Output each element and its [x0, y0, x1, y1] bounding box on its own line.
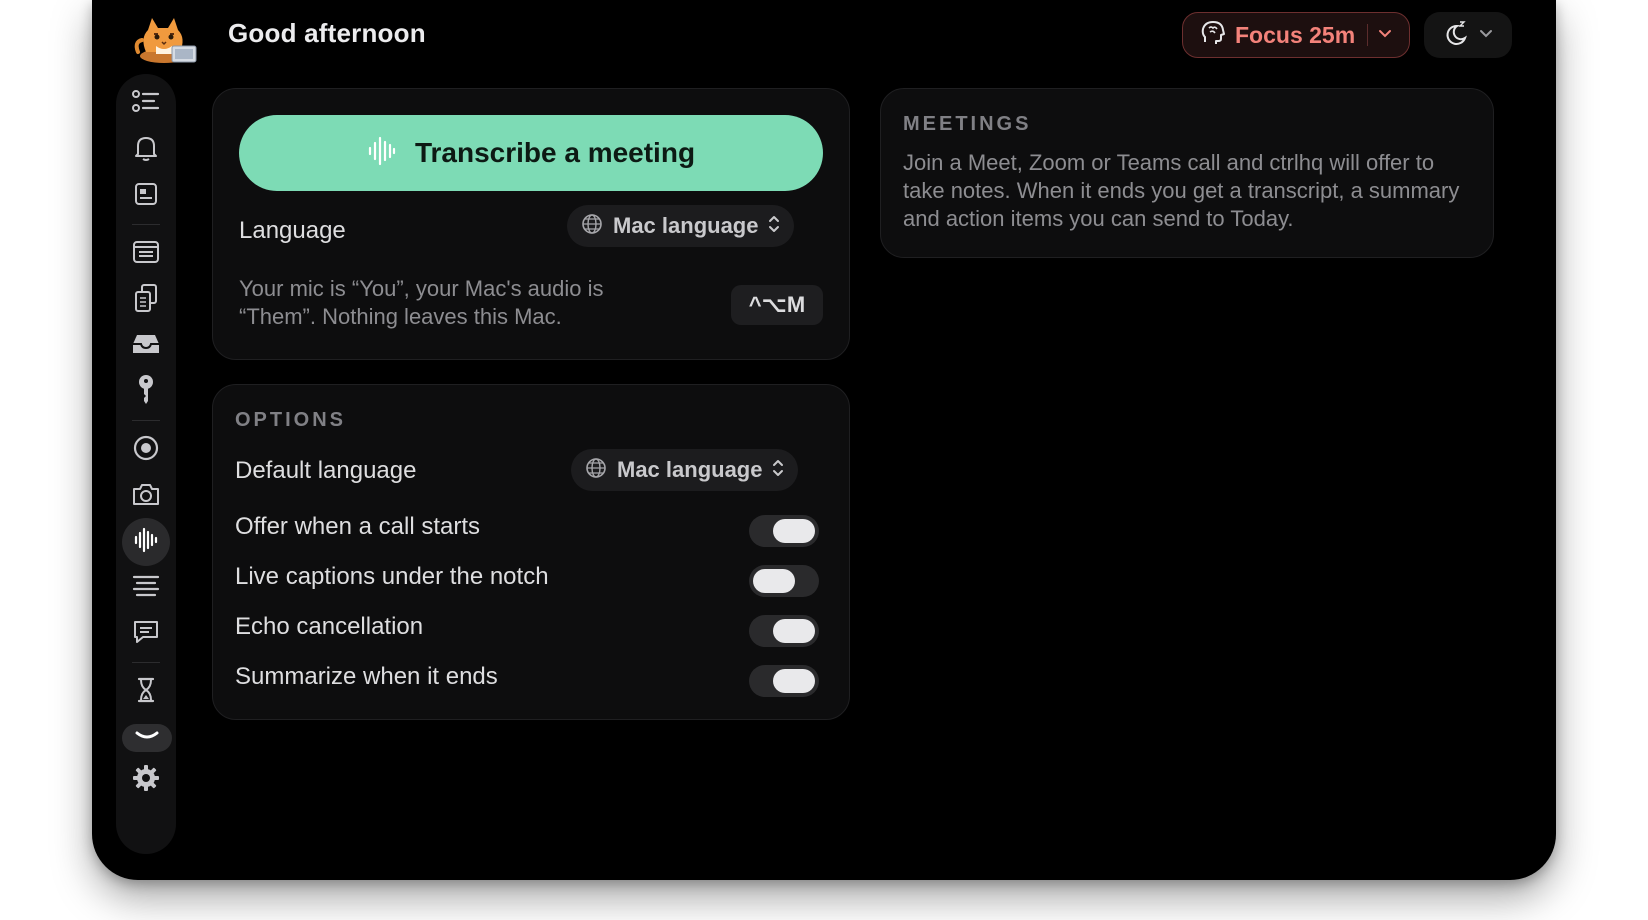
sidebar-item-reminders[interactable] — [116, 128, 176, 172]
transcribe-meeting-button[interactable]: Transcribe a meeting — [239, 115, 823, 191]
focus-label: Focus 25m — [1235, 21, 1356, 48]
toggle-label-offer-call: Offer when a call starts — [235, 513, 480, 540]
sidebar-item-notes[interactable] — [116, 174, 176, 218]
toggle-knob — [773, 669, 815, 693]
note-card-icon — [133, 181, 159, 212]
moon-zzz-icon — [1443, 20, 1469, 51]
toggle-offer-call[interactable] — [749, 515, 819, 547]
meetings-description: Join a Meet, Zoom or Teams call and ctrl… — [903, 150, 1460, 231]
app-window: Good afternoon Focus 25m Transcribe a me… — [92, 0, 1556, 880]
transcribe-button-label: Transcribe a meeting — [414, 137, 696, 168]
options-card: OPTIONS Default language Mac language Of… — [212, 384, 850, 720]
mic-privacy-note: Your mic is “You”, your Mac's audio is “… — [239, 276, 604, 329]
meetings-info-card: MEETINGS Join a Meet, Zoom or Teams call… — [880, 88, 1494, 258]
sidebar-divider — [132, 224, 160, 225]
keyboard-shortcut-badge: ^⌥M — [731, 285, 823, 325]
sidebar-item-clipboard[interactable] — [116, 278, 176, 322]
sidebar-item-notch[interactable] — [122, 724, 172, 752]
default-language-value: Mac language — [617, 457, 763, 482]
default-language-label: Default language — [235, 457, 417, 484]
text-align-icon — [132, 574, 160, 603]
bell-icon — [133, 134, 159, 167]
sidebar-item-tasks[interactable] — [116, 82, 176, 126]
key-icon — [136, 374, 156, 411]
inbox-tray-icon — [131, 332, 161, 361]
chevron-down-icon[interactable] — [1378, 26, 1392, 44]
toggle-knob — [773, 519, 815, 543]
globe-icon — [581, 213, 603, 240]
chevron-up-down-icon — [772, 458, 784, 483]
toggle-summarize[interactable] — [749, 665, 819, 697]
greeting-title: Good afternoon — [228, 18, 426, 48]
document-lines-icon — [132, 240, 160, 269]
sidebar-item-passwords[interactable] — [116, 370, 176, 414]
chat-bubble-icon — [132, 618, 160, 651]
cat-mascot-logo — [134, 8, 200, 66]
sidebar-item-reader[interactable] — [116, 232, 176, 276]
sidebar-item-text[interactable] — [116, 566, 176, 610]
camera-icon — [131, 481, 161, 512]
transcribe-card: Transcribe a meeting Language Mac langua… — [212, 88, 850, 360]
meetings-section-title: MEETINGS — [903, 113, 1032, 135]
focus-divider — [1367, 24, 1369, 46]
chevron-up-down-icon — [768, 214, 780, 239]
toggle-live-captions[interactable] — [749, 565, 819, 597]
sidebar-item-timer[interactable] — [116, 670, 176, 714]
toggle-echo-cancellation[interactable] — [749, 615, 819, 647]
globe-icon — [585, 457, 607, 484]
sidebar-item-inbox[interactable] — [116, 324, 176, 368]
language-value: Mac language — [613, 213, 759, 238]
gear-icon — [132, 764, 160, 797]
sidebar-item-record[interactable] — [116, 428, 176, 472]
sidebar-item-screenshot[interactable] — [116, 474, 176, 518]
record-icon — [132, 434, 160, 467]
sleep-mode-button[interactable] — [1424, 12, 1512, 58]
sidebar-item-settings[interactable] — [116, 758, 176, 802]
checklist-icon — [132, 89, 160, 120]
sidebar — [116, 74, 176, 854]
sidebar-item-chat[interactable] — [116, 612, 176, 656]
copy-documents-icon — [133, 283, 159, 318]
hourglass-icon — [136, 677, 156, 708]
toggle-label-live-captions: Live captions under the notch — [235, 563, 549, 590]
notch-smile-icon — [134, 729, 160, 747]
toggle-label-summarize: Summarize when it ends — [235, 663, 498, 690]
options-section-title: OPTIONS — [235, 409, 347, 431]
default-language-select[interactable]: Mac language — [571, 449, 799, 491]
sidebar-divider — [132, 420, 160, 421]
toggle-label-echo-cancellation: Echo cancellation — [235, 613, 424, 640]
sidebar-divider — [132, 662, 160, 663]
toggle-knob — [753, 569, 795, 593]
language-label: Language — [239, 217, 346, 244]
sidebar-item-transcribe[interactable] — [122, 518, 170, 566]
waveform-icon — [133, 526, 159, 559]
brain-head-icon — [1201, 20, 1225, 51]
toggle-knob — [773, 619, 815, 643]
language-select[interactable]: Mac language — [567, 205, 795, 247]
waveform-icon — [367, 135, 397, 172]
chevron-down-icon — [1479, 26, 1493, 44]
focus-timer-button[interactable]: Focus 25m — [1182, 12, 1410, 58]
